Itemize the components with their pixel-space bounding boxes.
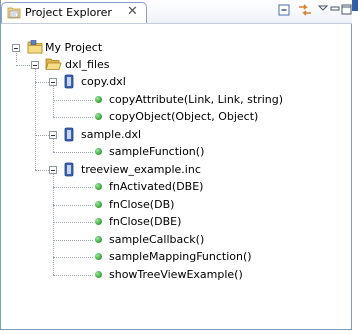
function-icon xyxy=(95,148,102,155)
tree-node-function[interactable]: fnClose(DBE) xyxy=(1,213,352,231)
function-icon xyxy=(95,95,102,103)
dxl-file-icon xyxy=(63,74,75,92)
function-icon xyxy=(95,183,102,190)
view-titlebar: Project Explorer ✕ xyxy=(1,0,352,24)
tree-node-function[interactable]: copyAttribute(Link, Link, string) xyxy=(1,91,352,109)
tree-node-label: copy.dxl xyxy=(81,75,126,88)
tree-node-label: sampleMappingFunction() xyxy=(109,250,252,263)
project-explorer-view: Project Explorer ✕ My Project dxl_files … xyxy=(0,0,352,330)
tree-node-label: fnClose(DB) xyxy=(109,197,175,211)
collapse-toggle-icon[interactable] xyxy=(31,61,39,69)
function-icon xyxy=(95,253,102,260)
tree-node-function[interactable]: showTreeViewExample() xyxy=(1,266,352,284)
tree-node-function[interactable]: fnActivated(DBE) xyxy=(1,178,352,196)
tree-node-label: fnActivated(DBE) xyxy=(109,180,204,193)
tree-node-file[interactable]: sample.dxl xyxy=(1,126,352,144)
tree-node-folder[interactable]: dxl_files xyxy=(1,56,352,74)
function-icon xyxy=(95,235,102,243)
dxl-file-icon xyxy=(63,162,75,180)
tree-node-label: My Project xyxy=(45,41,103,54)
tab-label: Project Explorer xyxy=(25,6,112,19)
tree-node-label: copyObject(Object, Object) xyxy=(109,110,259,123)
tree-node-function[interactable]: copyObject(Object, Object) xyxy=(1,108,352,126)
tree-node-function[interactable]: sampleMappingFunction() xyxy=(1,248,352,266)
collapse-toggle-icon[interactable] xyxy=(49,78,57,86)
tree-node-project[interactable]: My Project xyxy=(1,39,352,57)
tree-node-label: copyAttribute(Link, Link, string) xyxy=(109,92,284,106)
tree-node-label: fnClose(DBE) xyxy=(109,215,182,228)
tree-node-label: sampleCallback() xyxy=(109,232,205,246)
collapse-all-icon[interactable] xyxy=(276,2,294,20)
project-explorer-icon xyxy=(7,6,21,19)
folder-open-icon xyxy=(45,57,62,74)
project-tree: My Project dxl_files copy.dxl copyAttribu… xyxy=(1,24,352,329)
function-icon xyxy=(95,113,102,120)
tree-node-label: sampleFunction() xyxy=(109,145,205,158)
project-folder-icon xyxy=(27,40,43,57)
tree-node-function[interactable]: fnClose(DB) xyxy=(1,196,352,214)
function-icon xyxy=(95,200,102,208)
dxl-file-icon xyxy=(63,127,75,145)
function-icon xyxy=(95,218,102,225)
tree-node-label: sample.dxl xyxy=(81,127,142,141)
tree-node-file[interactable]: copy.dxl xyxy=(1,73,352,91)
maximize-icon[interactable] xyxy=(341,2,358,20)
link-with-editor-icon[interactable] xyxy=(297,2,315,20)
tree-node-label: treeview_example.inc xyxy=(81,162,201,176)
tree-node-label: showTreeViewExample() xyxy=(109,267,243,281)
collapse-toggle-icon[interactable] xyxy=(12,44,20,52)
tree-node-function[interactable]: sampleFunction() xyxy=(1,143,352,161)
close-icon[interactable]: ✕ xyxy=(127,4,138,19)
collapse-toggle-icon[interactable] xyxy=(49,165,57,174)
function-icon xyxy=(95,270,102,278)
tree-node-file[interactable]: treeview_example.inc xyxy=(1,161,352,179)
tab-project-explorer[interactable]: Project Explorer ✕ xyxy=(1,2,147,23)
tree-node-function[interactable]: sampleCallback() xyxy=(1,231,352,249)
tree-node-label: dxl_files xyxy=(65,58,110,71)
collapse-toggle-icon[interactable] xyxy=(49,130,57,139)
